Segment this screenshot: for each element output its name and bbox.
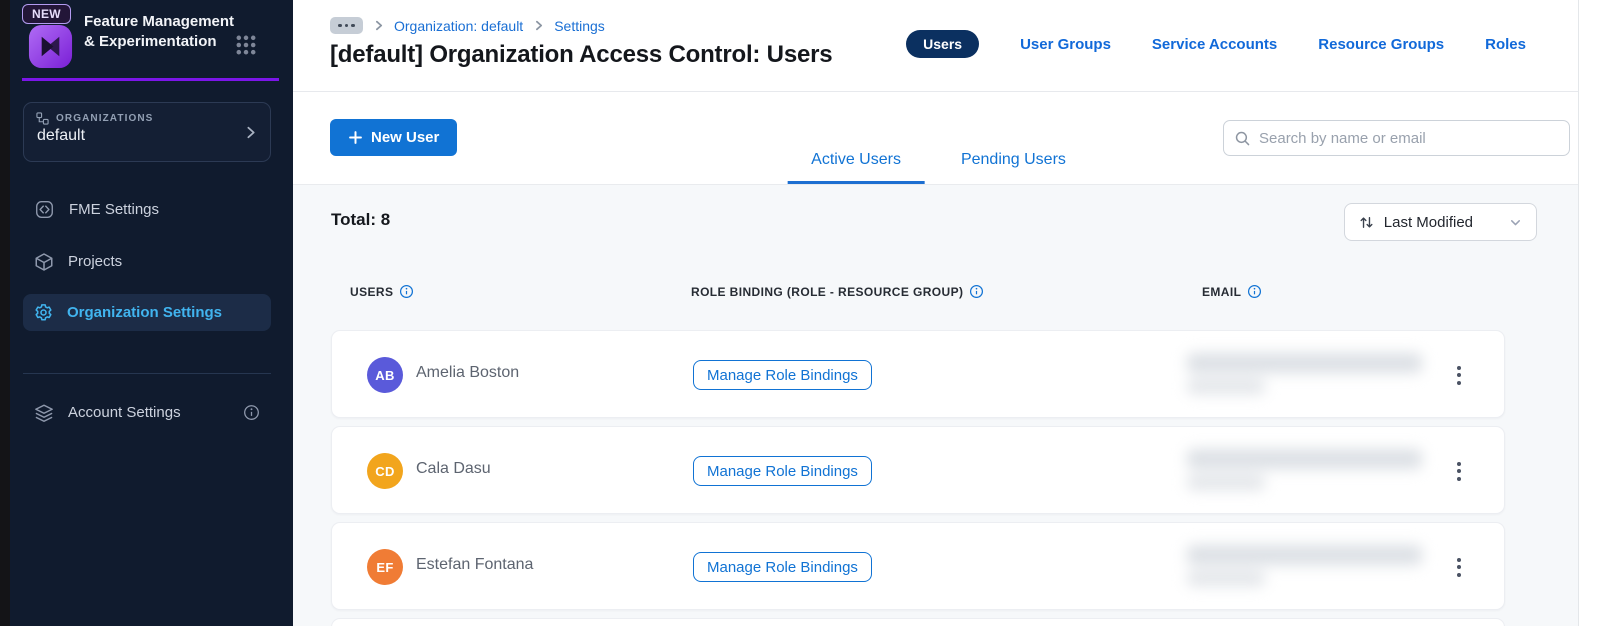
tab-user-groups[interactable]: User Groups	[1020, 36, 1111, 53]
column-email-label: EMAIL	[1202, 284, 1242, 299]
sidebar-divider	[23, 373, 271, 374]
users-panel: Total: 8 Last Modified USERS ROLE BINDIN…	[293, 184, 1578, 626]
user-name: Estefan Fontana	[416, 556, 534, 573]
sort-arrows-icon	[1358, 214, 1375, 231]
avatar: EF	[367, 549, 403, 585]
sort-value: Last Modified	[1383, 213, 1473, 231]
users-table: AB Amelia Boston Manage Role Bindings CD…	[331, 330, 1505, 626]
sort-dropdown[interactable]: Last Modified	[1343, 203, 1537, 241]
column-role-binding-label: ROLE BINDING (ROLE - RESOURCE GROUP)	[691, 284, 964, 299]
access-control-nav: Users User Groups Service Accounts Resou…	[906, 30, 1526, 58]
chevron-right-icon	[241, 123, 260, 147]
app-window: NEW Feature Management & Experimentation	[0, 0, 1600, 626]
sidebar-item-projects[interactable]: Projects	[23, 243, 271, 280]
tab-pending-users[interactable]: Pending Users	[937, 151, 1090, 184]
breadcrumb: Organization: default Settings	[330, 17, 605, 34]
page-title: [default] Organization Access Control: U…	[330, 41, 833, 68]
sidebar-item-label: Projects	[68, 253, 123, 270]
cube-icon	[34, 252, 54, 272]
user-name: Amelia Boston	[416, 364, 520, 381]
table-row: AB Amelia Boston Manage Role Bindings	[331, 330, 1505, 418]
window-edge	[0, 0, 10, 626]
sidebar-item-organization-settings[interactable]: Organization Settings	[23, 294, 271, 331]
info-icon[interactable]	[399, 284, 414, 299]
tab-active-users[interactable]: Active Users	[787, 151, 925, 184]
org-selector-label: ORGANIZATIONS	[56, 113, 154, 124]
tab-roles[interactable]: Roles	[1485, 36, 1526, 53]
main-content: Organization: default Settings [default]…	[293, 0, 1578, 626]
page-header: Organization: default Settings [default]…	[293, 0, 1578, 92]
email-redacted	[1187, 543, 1447, 591]
user-name: Cala Dasu	[416, 460, 491, 477]
sidebar-item-label: Organization Settings	[67, 304, 223, 321]
chevron-right-icon	[532, 19, 545, 32]
email-redacted	[1187, 447, 1447, 495]
info-icon[interactable]	[969, 284, 984, 299]
user-state-tabs: Active Users Pending Users	[787, 151, 1090, 184]
search-box	[1223, 120, 1570, 156]
info-icon[interactable]	[243, 404, 260, 421]
chevron-right-icon	[372, 19, 385, 32]
total-count: Total: 8	[331, 210, 391, 229]
table-row-partial	[331, 618, 1505, 626]
fme-logo	[27, 23, 74, 70]
app-switcher-grid-icon[interactable]	[234, 33, 258, 57]
sidebar-item-label: Account Settings	[68, 404, 181, 421]
new-user-button[interactable]: New User	[330, 119, 458, 156]
info-icon[interactable]	[1247, 284, 1262, 299]
email-redacted	[1187, 351, 1447, 399]
table-row: CD Cala Dasu Manage Role Bindings	[331, 426, 1505, 514]
sidebar-item-account-settings[interactable]: Account Settings	[23, 394, 271, 431]
toolbar: New User Active Users Pending Users	[293, 92, 1578, 184]
manage-role-bindings-button[interactable]: Manage Role Bindings	[693, 360, 872, 390]
avatar: CD	[367, 453, 403, 489]
gear-icon	[34, 303, 53, 322]
breadcrumb-link-settings[interactable]: Settings	[554, 18, 605, 34]
tab-service-accounts[interactable]: Service Accounts	[1152, 36, 1277, 53]
search-input[interactable]	[1259, 129, 1559, 147]
fme-logo-outline-icon	[34, 199, 55, 220]
chevron-down-icon	[1508, 215, 1523, 230]
avatar: AB	[367, 357, 403, 393]
layers-icon	[34, 403, 54, 423]
tab-users[interactable]: Users	[906, 30, 980, 58]
scrollbar-gutter	[1578, 0, 1600, 626]
breadcrumb-link-organization[interactable]: Organization: default	[394, 18, 523, 34]
column-users-label: USERS	[350, 284, 394, 299]
sidebar: NEW Feature Management & Experimentation	[10, 0, 293, 626]
row-menu-kebab-icon[interactable]	[1450, 549, 1468, 585]
table-row: EF Estefan Fontana Manage Role Bindings	[331, 522, 1505, 610]
manage-role-bindings-button[interactable]: Manage Role Bindings	[693, 456, 872, 486]
row-menu-kebab-icon[interactable]	[1450, 453, 1468, 489]
table-header: USERS ROLE BINDING (ROLE - RESOURCE GROU…	[331, 284, 1505, 304]
plus-icon	[348, 130, 363, 145]
breadcrumb-overflow-button[interactable]	[330, 17, 363, 34]
manage-role-bindings-button[interactable]: Manage Role Bindings	[693, 552, 872, 582]
sidebar-item-label: FME Settings	[69, 201, 160, 218]
sidebar-item-fme-settings[interactable]: FME Settings	[23, 191, 271, 228]
tab-resource-groups[interactable]: Resource Groups	[1318, 36, 1444, 53]
row-menu-kebab-icon[interactable]	[1450, 357, 1468, 393]
org-hierarchy-icon	[36, 112, 49, 125]
organization-selector[interactable]: ORGANIZATIONS default	[23, 102, 271, 162]
app-title: Feature Management & Experimentation	[84, 13, 235, 50]
search-icon	[1235, 131, 1250, 145]
org-selector-value: default	[37, 127, 86, 144]
sidebar-accent-line	[22, 78, 279, 81]
new-badge: NEW	[22, 4, 71, 24]
